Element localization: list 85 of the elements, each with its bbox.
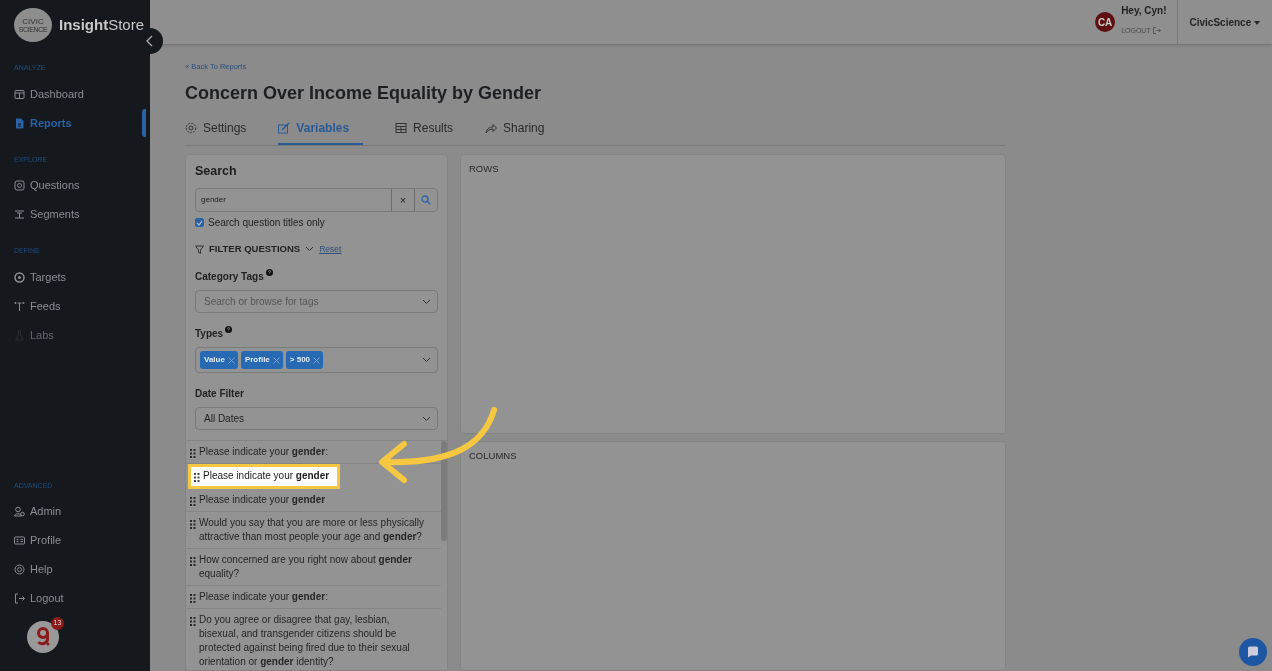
question-text: Please indicate your gender: bbox=[199, 590, 328, 605]
table-icon bbox=[14, 88, 25, 100]
logout-icon bbox=[14, 593, 25, 604]
reset-link[interactable]: Reset bbox=[319, 242, 342, 256]
chevron-left-icon bbox=[146, 35, 154, 47]
filter-heading: FILTER QUESTIONS bbox=[209, 242, 301, 256]
sidebar-item[interactable]: Profile bbox=[14, 526, 62, 555]
type-select[interactable]: Value Profile > 500 bbox=[195, 347, 438, 374]
question-item[interactable]: Please indicate your gender bbox=[186, 489, 441, 513]
sidebar-item[interactable]: Reports bbox=[14, 108, 72, 138]
tab[interactable]: Sharing bbox=[485, 119, 545, 145]
edit-icon bbox=[278, 122, 291, 134]
checkbox[interactable] bbox=[195, 218, 204, 227]
question-text: Would you say that you are more or less physically attractive than most people your age and gender? bbox=[199, 516, 425, 545]
chevron-down-icon bbox=[422, 415, 431, 422]
panel-title: Search bbox=[195, 164, 238, 179]
search-field[interactable]: gender × bbox=[195, 188, 438, 212]
scrollbar-thumb[interactable] bbox=[441, 441, 447, 542]
sidebar-item[interactable]: Questions bbox=[14, 171, 80, 200]
date-select[interactable]: All Dates bbox=[195, 407, 438, 431]
search-icon bbox=[421, 195, 431, 205]
question-text: Please indicate your gender: bbox=[199, 445, 328, 460]
logout-icon bbox=[1152, 27, 1161, 35]
question-text: Please indicate your gender bbox=[203, 469, 330, 484]
sidebar-item[interactable]: Feeds bbox=[14, 291, 61, 321]
panel-label: ROWS bbox=[469, 163, 499, 174]
sidebar-item[interactable]: Targets bbox=[14, 262, 67, 292]
type-tag: > 500 bbox=[285, 351, 324, 370]
sidebar-item[interactable]: Help bbox=[14, 555, 53, 584]
field-label: Date Filter bbox=[195, 387, 245, 402]
question-item[interactable]: Do you agree or disagree that gay, lesbian, bisexual, and transgender citizens should be protected against being fired due to their sexual orientation or gender identity? bbox=[186, 609, 441, 670]
chevron-down-icon bbox=[422, 357, 431, 364]
close-icon bbox=[313, 356, 321, 364]
greeting-text: Hey, Cyn! bbox=[1121, 4, 1167, 16]
drag-handle-icon bbox=[190, 616, 196, 627]
user-avatar: CA bbox=[1095, 12, 1116, 32]
sidebar-item[interactable]: Dashboard bbox=[14, 79, 84, 109]
chevron-down-icon bbox=[305, 246, 315, 253]
drag-handle-icon bbox=[190, 556, 196, 567]
question-text: Please indicate your gender bbox=[199, 493, 326, 508]
checkbox-label: Search question titles only bbox=[208, 216, 325, 230]
field-label: Types bbox=[195, 327, 224, 342]
sidebar-item[interactable]: Logout bbox=[14, 584, 64, 613]
document-icon bbox=[14, 117, 25, 129]
caret-down-icon bbox=[1254, 20, 1260, 25]
lifebuoy-icon bbox=[14, 564, 25, 575]
drag-handle-icon bbox=[190, 519, 196, 530]
users-icon bbox=[14, 506, 25, 517]
organization-menu[interactable]: CivicScience bbox=[1177, 0, 1272, 44]
question-item[interactable]: Would you say that you are more or less physically attractive than most people your age and gender? bbox=[186, 512, 441, 550]
active-indicator bbox=[142, 108, 146, 137]
tab[interactable]: Settings bbox=[185, 119, 247, 145]
chevron-down-icon bbox=[422, 298, 431, 305]
question-item[interactable]: Please indicate your gender bbox=[188, 464, 340, 490]
sidebar-item[interactable]: Admin bbox=[14, 497, 62, 526]
table-icon bbox=[395, 122, 408, 134]
question-text: Do you agree or disagree that gay, lesbian, bisexual, and transgender citizens should be protected against being fired due to their sexual orientation or gender identity? bbox=[199, 613, 411, 670]
chat-icon bbox=[1247, 646, 1259, 658]
question-item[interactable]: How concerned are you right now about gender equality? bbox=[186, 549, 441, 587]
close-icon bbox=[227, 356, 235, 364]
question-item[interactable]: Please indicate your gender: bbox=[186, 586, 441, 610]
drag-handle-icon bbox=[194, 472, 200, 483]
page-title: Concern Over Income Equality by Gender bbox=[185, 82, 543, 105]
share-icon bbox=[485, 122, 498, 134]
help-icon bbox=[265, 269, 273, 277]
brand-name: InsightStore bbox=[59, 14, 145, 35]
target-icon bbox=[14, 271, 25, 283]
question-text: How concerned are you right now about gender equality? bbox=[199, 553, 413, 582]
letter-g-icon bbox=[35, 627, 51, 647]
id-card-icon bbox=[14, 535, 25, 546]
help-icon bbox=[225, 326, 233, 334]
type-tag: Profile bbox=[240, 351, 283, 370]
field-label: Category Tags bbox=[195, 270, 264, 285]
filter-icon bbox=[195, 244, 204, 254]
drag-handle-icon bbox=[190, 496, 196, 507]
drag-handle-icon bbox=[190, 593, 196, 604]
sidebar-item[interactable]: Segments bbox=[14, 200, 80, 229]
panel-label: COLUMNS bbox=[469, 449, 517, 461]
chat-button[interactable] bbox=[1239, 638, 1267, 666]
tab[interactable]: Results bbox=[395, 119, 454, 145]
close-icon bbox=[272, 356, 280, 364]
gear-icon bbox=[185, 122, 197, 134]
drag-handle-icon bbox=[190, 448, 196, 459]
clear-button[interactable]: × bbox=[391, 189, 414, 211]
type-tag: Value bbox=[200, 351, 238, 370]
